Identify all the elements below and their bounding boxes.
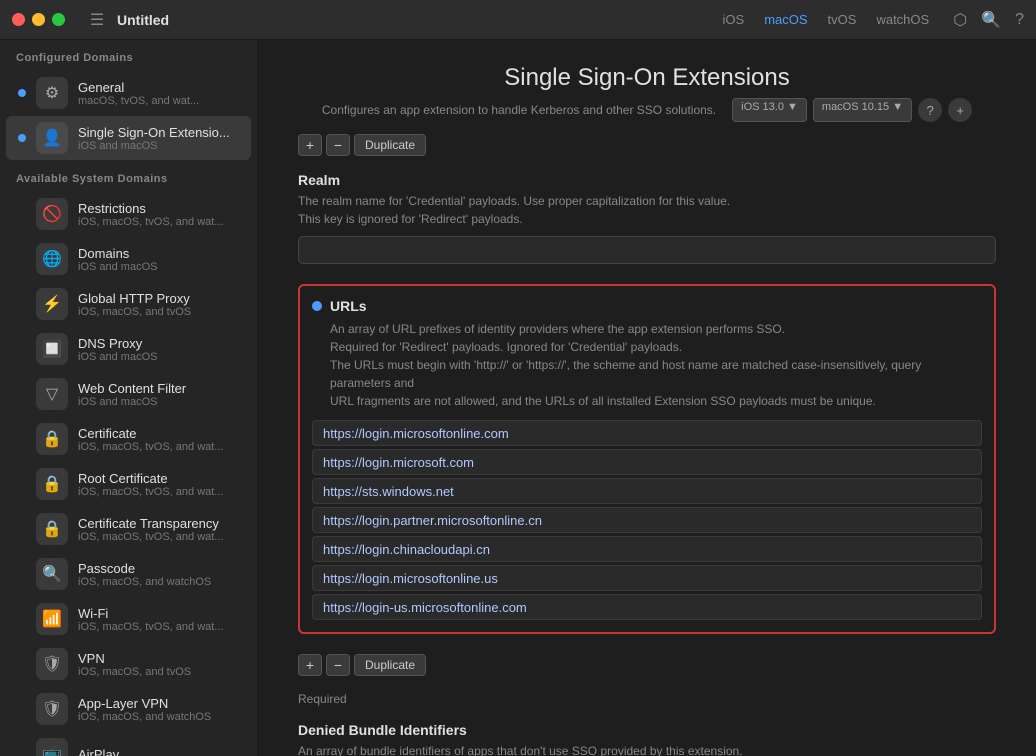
web-content-filter-icon: ▽ bbox=[36, 378, 68, 410]
url-item[interactable]: https://login.partner.microsoftonline.cn bbox=[312, 507, 982, 533]
sidebar-item-name-restrictions: Restrictions bbox=[78, 201, 235, 216]
top-toolbar: + − Duplicate bbox=[298, 134, 996, 156]
sidebar-item-dns-proxy[interactable]: 🔲 DNS Proxy iOS and macOS bbox=[6, 327, 251, 371]
denied-bundle-section: Denied Bundle Identifiers An array of bu… bbox=[298, 722, 996, 756]
sidebar-item-general[interactable]: ⚙ General macOS, tvOS, and wat... bbox=[6, 71, 251, 115]
sidebar-item-certificate[interactable]: 🔒 Certificate iOS, macOS, tvOS, and wat.… bbox=[6, 417, 251, 461]
restrictions-icon: 🚫 bbox=[36, 198, 68, 230]
macos-badge[interactable]: macOS 10.15 ▼ bbox=[813, 98, 912, 122]
sidebar-item-name-sso: Single Sign-On Extensio... bbox=[78, 125, 235, 140]
certificate-icon: 🔒 bbox=[36, 423, 68, 455]
denied-bundle-description: An array of bundle identifiers of apps t… bbox=[298, 742, 996, 756]
wifi-icon: 📶 bbox=[36, 603, 68, 635]
passcode-icon: 🔍 bbox=[36, 558, 68, 590]
ios-badge[interactable]: iOS 13.0 ▼ bbox=[732, 98, 807, 122]
url-item[interactable]: https://login.microsoft.com bbox=[312, 449, 982, 475]
platform-tabs: iOS macOS tvOS watchOS bbox=[715, 9, 938, 30]
vpn-icon: 🛡 bbox=[36, 648, 68, 680]
close-button[interactable] bbox=[12, 13, 25, 26]
dns-proxy-icon: 🔲 bbox=[36, 333, 68, 365]
url-item[interactable]: https://sts.windows.net bbox=[312, 478, 982, 504]
tab-tvos[interactable]: tvOS bbox=[820, 9, 865, 30]
app-layer-vpn-icon: 🛡 bbox=[36, 693, 68, 725]
bottom-toolbar: + − Duplicate bbox=[298, 654, 996, 676]
help-icon[interactable]: ? bbox=[1015, 11, 1024, 29]
content-area: Single Sign-On Extensions Configures an … bbox=[258, 40, 1036, 756]
sidebar-item-global-http-proxy[interactable]: ⚡ Global HTTP Proxy iOS, macOS, and tvOS bbox=[6, 282, 251, 326]
titlebar-icons: ⬡ 🔍 ? bbox=[953, 10, 1024, 30]
search-icon[interactable]: 🔍 bbox=[981, 10, 1001, 30]
duplicate-button[interactable]: Duplicate bbox=[354, 134, 426, 156]
traffic-lights bbox=[12, 13, 65, 26]
available-section-label: Available System Domains bbox=[0, 161, 257, 191]
airplay-icon: 📺 bbox=[36, 738, 68, 756]
sidebar-item-vpn[interactable]: 🛡 VPN iOS, macOS, and tvOS bbox=[6, 642, 251, 686]
remove-url-button[interactable]: − bbox=[326, 654, 350, 676]
sidebar-dot-sso bbox=[18, 134, 26, 142]
content-title: Single Sign-On Extensions bbox=[298, 64, 996, 92]
titlebar: ☰ Untitled iOS macOS tvOS watchOS ⬡ 🔍 ? bbox=[0, 0, 1036, 40]
monitor-icon[interactable]: ⬡ bbox=[953, 10, 967, 30]
sidebar-item-restrictions[interactable]: 🚫 Restrictions iOS, macOS, tvOS, and wat… bbox=[6, 192, 251, 236]
sidebar-item-wifi[interactable]: 📶 Wi-Fi iOS, macOS, tvOS, and wat... bbox=[6, 597, 251, 641]
content-body: + − Duplicate Realm The realm name for '… bbox=[258, 134, 1036, 756]
realm-input[interactable] bbox=[298, 236, 996, 264]
urls-label: URLs bbox=[330, 298, 367, 314]
required-label: Required bbox=[298, 692, 996, 706]
sidebar-toggle-icon[interactable]: ☰ bbox=[85, 8, 109, 32]
minimize-button[interactable] bbox=[32, 13, 45, 26]
sidebar-item-web-content-filter[interactable]: ▽ Web Content Filter iOS and macOS bbox=[6, 372, 251, 416]
add-url-button[interactable]: + bbox=[298, 654, 322, 676]
tab-watchos[interactable]: watchOS bbox=[868, 9, 937, 30]
sidebar-item-sso[interactable]: 👤 Single Sign-On Extensio... iOS and mac… bbox=[6, 116, 251, 160]
realm-section: Realm The realm name for 'Credential' pa… bbox=[298, 172, 996, 264]
url-item[interactable]: https://login.chinacloudapi.cn bbox=[312, 536, 982, 562]
remove-button[interactable]: − bbox=[326, 134, 350, 156]
general-icon: ⚙ bbox=[36, 77, 68, 109]
sidebar-item-root-certificate[interactable]: 🔒 Root Certificate iOS, macOS, tvOS, and… bbox=[6, 462, 251, 506]
help-circle-icon[interactable]: ? bbox=[918, 98, 942, 122]
maximize-button[interactable] bbox=[52, 13, 65, 26]
tab-macos[interactable]: macOS bbox=[756, 9, 815, 30]
realm-description: The realm name for 'Credential' payloads… bbox=[298, 192, 996, 228]
urls-header: URLs bbox=[312, 298, 982, 314]
denied-bundle-label: Denied Bundle Identifiers bbox=[298, 722, 996, 738]
sidebar: Configured Domains ⚙ General macOS, tvOS… bbox=[0, 40, 258, 756]
sidebar-item-domains[interactable]: 🌐 Domains iOS and macOS bbox=[6, 237, 251, 281]
url-item[interactable]: https://login.microsoftonline.com bbox=[312, 420, 982, 446]
sidebar-item-airplay[interactable]: 📺 AirPlay bbox=[6, 732, 251, 756]
urls-description: An array of URL prefixes of identity pro… bbox=[312, 320, 982, 410]
add-payload-icon[interactable]: + bbox=[948, 98, 972, 122]
platform-badges: iOS 13.0 ▼ macOS 10.15 ▼ ? + bbox=[732, 98, 972, 122]
content-subtitle: Configures an app extension to handle Ke… bbox=[322, 103, 716, 117]
tab-ios[interactable]: iOS bbox=[715, 9, 753, 30]
urls-section: URLs An array of URL prefixes of identit… bbox=[298, 284, 996, 634]
window-title: Untitled bbox=[117, 12, 169, 28]
sidebar-dot-general bbox=[18, 89, 26, 97]
sso-icon: 👤 bbox=[36, 122, 68, 154]
sidebar-item-subtitle-general: macOS, tvOS, and wat... bbox=[78, 95, 235, 107]
sidebar-item-subtitle-sso: iOS and macOS bbox=[78, 140, 235, 152]
url-item[interactable]: https://login-us.microsoftonline.com bbox=[312, 594, 982, 620]
sidebar-item-name-general: General bbox=[78, 80, 235, 95]
content-header: Single Sign-On Extensions Configures an … bbox=[258, 40, 1036, 134]
url-item[interactable]: https://login.microsoftonline.us bbox=[312, 565, 982, 591]
domains-icon: 🌐 bbox=[36, 243, 68, 275]
add-button[interactable]: + bbox=[298, 134, 322, 156]
cert-transparency-icon: 🔒 bbox=[36, 513, 68, 545]
configured-section-label: Configured Domains bbox=[0, 40, 257, 70]
realm-label: Realm bbox=[298, 172, 996, 188]
main-layout: Configured Domains ⚙ General macOS, tvOS… bbox=[0, 40, 1036, 756]
http-proxy-icon: ⚡ bbox=[36, 288, 68, 320]
root-certificate-icon: 🔒 bbox=[36, 468, 68, 500]
sidebar-item-passcode[interactable]: 🔍 Passcode iOS, macOS, and watchOS bbox=[6, 552, 251, 596]
duplicate-url-button[interactable]: Duplicate bbox=[354, 654, 426, 676]
sidebar-item-app-layer-vpn[interactable]: 🛡 App-Layer VPN iOS, macOS, and watchOS bbox=[6, 687, 251, 731]
sidebar-item-certificate-transparency[interactable]: 🔒 Certificate Transparency iOS, macOS, t… bbox=[6, 507, 251, 551]
urls-dot bbox=[312, 301, 322, 311]
